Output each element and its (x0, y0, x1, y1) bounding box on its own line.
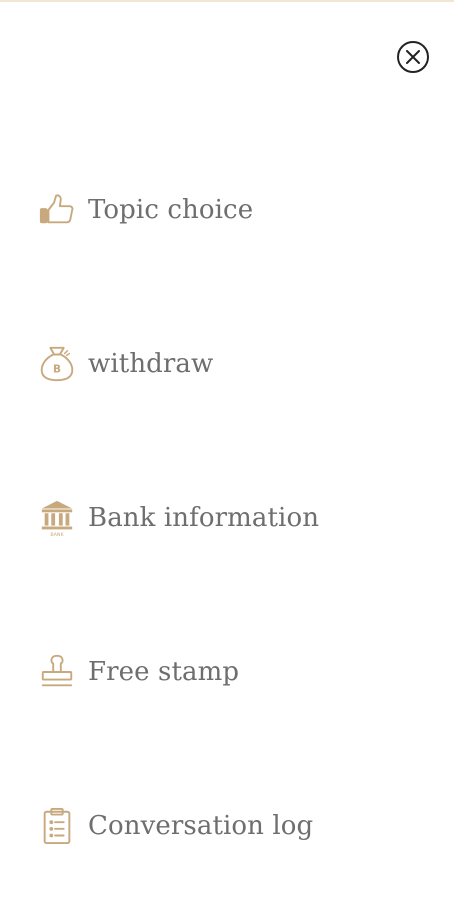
menu-item-bank-information[interactable]: BANK Bank information (38, 498, 418, 538)
menu-item-withdraw[interactable]: B withdraw (38, 344, 418, 384)
close-icon (406, 50, 420, 64)
menu-item-label: withdraw (88, 349, 214, 379)
bank-icon: BANK (38, 498, 78, 538)
svg-text:BANK: BANK (50, 532, 64, 537)
close-button[interactable] (397, 41, 429, 73)
top-border (0, 0, 454, 2)
menu-item-label: Bank information (88, 503, 320, 533)
menu-item-topic-choice[interactable]: Topic choice (38, 190, 418, 230)
menu-item-label: Conversation log (88, 811, 314, 841)
svg-text:B: B (53, 364, 61, 376)
stamp-icon (38, 652, 78, 692)
menu-item-label: Topic choice (88, 195, 254, 225)
menu-item-label: Free stamp (88, 657, 240, 687)
menu-item-free-stamp[interactable]: Free stamp (38, 652, 418, 692)
thumbs-up-icon (38, 190, 78, 230)
money-bag-icon: B (38, 344, 78, 384)
clipboard-list-icon (38, 806, 78, 846)
menu-item-conversation-log[interactable]: Conversation log (38, 806, 418, 846)
